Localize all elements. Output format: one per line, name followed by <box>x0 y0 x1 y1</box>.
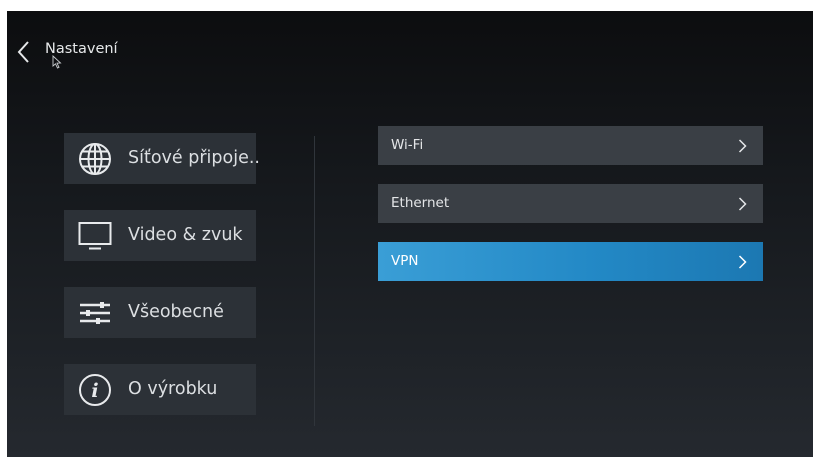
svg-text:i: i <box>91 380 98 402</box>
network-item-label: Ethernet <box>391 195 450 211</box>
settings-screen: Nastavení Síťové připoje.. Video & zvuk … <box>7 11 813 457</box>
column-divider <box>314 136 315 426</box>
sidebar-item-network[interactable]: Síťové připoje.. <box>64 133 260 184</box>
monitor-icon <box>78 222 112 250</box>
sidebar-item-video-audio[interactable]: Video & zvuk <box>64 210 256 261</box>
chevron-right-icon <box>738 255 747 269</box>
globe-icon <box>79 143 111 175</box>
chevron-right-icon <box>738 197 747 211</box>
chevron-right-icon <box>738 139 747 153</box>
sliders-icon <box>80 302 110 324</box>
sidebar-item-label: Video & zvuk <box>128 225 243 245</box>
sidebar-item-general[interactable]: Všeobecné <box>64 287 256 338</box>
sidebar-item-label: Síťové připoje.. <box>128 148 260 168</box>
network-item-vpn[interactable]: VPN <box>378 242 763 281</box>
network-item-wifi[interactable]: Wi-Fi <box>378 126 763 165</box>
network-item-label: Wi-Fi <box>391 137 424 153</box>
sidebar-item-label: Všeobecné <box>128 302 224 322</box>
info-icon: i <box>79 374 111 406</box>
header: Nastavení <box>7 11 813 91</box>
sidebar-item-about[interactable]: i O výrobku <box>64 364 256 415</box>
network-item-label: VPN <box>391 253 419 269</box>
sidebar-item-label: O výrobku <box>128 379 218 399</box>
mouse-cursor-icon <box>52 55 62 69</box>
network-item-ethernet[interactable]: Ethernet <box>378 184 763 223</box>
back-arrow-icon[interactable] <box>15 39 33 65</box>
